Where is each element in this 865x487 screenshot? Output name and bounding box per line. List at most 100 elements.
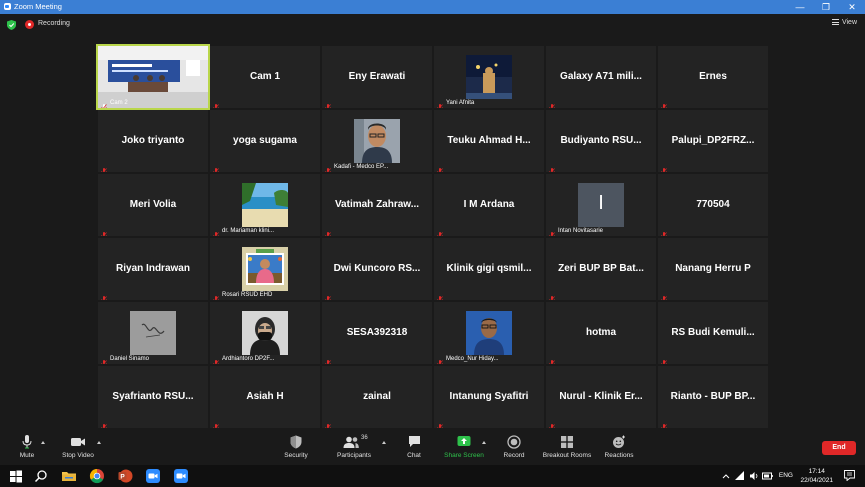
- participant-tile[interactable]: dr. Mariaman klini...: [210, 174, 320, 236]
- mute-button[interactable]: Mute: [14, 435, 40, 459]
- chat-button[interactable]: Chat: [401, 435, 427, 459]
- participant-tile[interactable]: I Intan Novitasarie: [546, 174, 656, 236]
- windows-start-icon[interactable]: [8, 468, 24, 484]
- participant-tile[interactable]: Kadafi - Medco EP...: [322, 110, 432, 172]
- participant-tile[interactable]: SESA392318: [322, 302, 432, 364]
- participant-tile[interactable]: Rianto - BUP BP...: [658, 366, 768, 428]
- participant-tile[interactable]: Joko triyanto: [98, 110, 208, 172]
- participants-button[interactable]: 36 Participants: [334, 435, 374, 459]
- record-label: Record: [503, 452, 525, 459]
- record-button[interactable]: Record: [501, 435, 527, 459]
- participant-tile[interactable]: Eny Erawati: [322, 46, 432, 108]
- stop-video-button[interactable]: Stop Video: [58, 435, 98, 459]
- language-indicator[interactable]: ENG: [779, 472, 793, 479]
- muted-mic-icon: [325, 162, 331, 172]
- muted-mic-icon: [325, 226, 331, 236]
- participant-name: Budiyanto RSU...: [560, 135, 642, 146]
- participant-tile[interactable]: Rosari RSUD EHD: [210, 238, 320, 300]
- participant-tile[interactable]: RS Budi Kemuli...: [658, 302, 768, 364]
- participant-label: Daniel Sinamo: [110, 356, 150, 362]
- participant-tile[interactable]: Ardhiantoro DP2F...: [210, 302, 320, 364]
- participant-tile[interactable]: Budiyanto RSU...: [546, 110, 656, 172]
- muted-mic-icon: [661, 290, 667, 300]
- participant-name: Riyan Indrawan: [116, 263, 190, 274]
- participant-tile[interactable]: Syafrianto RSU...: [98, 366, 208, 428]
- share-screen-button[interactable]: Share Screen: [443, 435, 485, 459]
- zoom-taskbar-icon[interactable]: [145, 468, 161, 484]
- file-explorer-icon[interactable]: [61, 468, 77, 484]
- maximize-button[interactable]: ❐: [813, 0, 839, 14]
- participant-label: Kadafi - Medco EP...: [334, 164, 389, 170]
- network-icon[interactable]: [735, 471, 745, 481]
- participant-tile[interactable]: Palupi_DP2FRZ...: [658, 110, 768, 172]
- participant-tile[interactable]: Nurul - Klinik Er...: [546, 366, 656, 428]
- participant-tile[interactable]: Cam 2: [96, 44, 210, 110]
- participant-tile[interactable]: Yani Afnita: [434, 46, 544, 108]
- participant-tile[interactable]: Ernes: [658, 46, 768, 108]
- participant-tile[interactable]: zainal: [322, 366, 432, 428]
- security-shield-icon: [290, 435, 302, 449]
- breakout-rooms-button[interactable]: Breakout Rooms: [540, 435, 594, 459]
- muted-mic-icon: [437, 226, 443, 236]
- video-options-caret[interactable]: [97, 441, 101, 444]
- participant-name: SESA392318: [346, 327, 408, 338]
- security-label: Security: [284, 452, 308, 459]
- chevron-up-icon[interactable]: [722, 473, 730, 479]
- participant-name: I M Ardana: [463, 199, 515, 210]
- participant-tile[interactable]: hotma: [546, 302, 656, 364]
- participant-tile[interactable]: yoga sugama: [210, 110, 320, 172]
- participant-tile[interactable]: Galaxy A71 mili...: [546, 46, 656, 108]
- zoom-meeting-taskbar-icon[interactable]: [173, 468, 189, 484]
- participant-tile[interactable]: Intanung Syafitri: [434, 366, 544, 428]
- stop-video-label: Stop Video: [62, 452, 94, 459]
- shield-icon[interactable]: [7, 20, 16, 30]
- close-button[interactable]: ✕: [839, 0, 865, 14]
- meeting-top-strip: Recording View: [0, 14, 865, 36]
- end-meeting-button[interactable]: End: [822, 441, 856, 455]
- muted-mic-icon: [325, 418, 331, 428]
- notification-center-icon[interactable]: [844, 470, 855, 481]
- powerpoint-icon[interactable]: P: [117, 468, 133, 484]
- svg-text:P: P: [120, 474, 125, 481]
- participant-tile[interactable]: Dwi Kuncoro RS...: [322, 238, 432, 300]
- chrome-icon[interactable]: [89, 468, 105, 484]
- participant-tile[interactable]: Riyan Indrawan: [98, 238, 208, 300]
- mute-label: Mute: [19, 452, 35, 459]
- participant-video-thumbnail: [354, 119, 400, 163]
- participant-tile[interactable]: Teuku Ahmad H...: [434, 110, 544, 172]
- muted-mic-icon: [325, 98, 331, 108]
- participant-tile[interactable]: I M Ardana: [434, 174, 544, 236]
- view-button[interactable]: View: [831, 19, 857, 26]
- participant-tile[interactable]: Daniel Sinamo: [98, 302, 208, 364]
- participant-tile[interactable]: Asiah H: [210, 366, 320, 428]
- participant-tile[interactable]: Klinik gigi qsmil...: [434, 238, 544, 300]
- participant-tile[interactable]: Zeri BUP BP Bat...: [546, 238, 656, 300]
- participant-tile[interactable]: Nanang Herru P: [658, 238, 768, 300]
- security-button[interactable]: Security: [281, 435, 311, 459]
- participant-name: Dwi Kuncoro RS...: [333, 263, 421, 274]
- volume-icon[interactable]: [749, 471, 759, 481]
- participants-options-caret[interactable]: [382, 441, 386, 444]
- participant-tile[interactable]: Meri Volia: [98, 174, 208, 236]
- participant-name: 770504: [696, 199, 730, 210]
- participant-tile[interactable]: Vatimah Zahraw...: [322, 174, 432, 236]
- gallery-view: Cam 2 Cam 1 Eny Erawati Yani Afnita Galaxy A…: [96, 44, 768, 430]
- participant-label: Cam 2: [110, 100, 128, 106]
- participants-count: 36: [361, 435, 368, 441]
- participant-tile[interactable]: Medco_Nur Hiday...: [434, 302, 544, 364]
- audio-options-caret[interactable]: [41, 441, 45, 444]
- muted-mic-icon: [213, 418, 219, 428]
- share-options-caret[interactable]: [482, 441, 486, 444]
- participant-tile[interactable]: Cam 1: [210, 46, 320, 108]
- clock-time: 17:14: [808, 468, 825, 475]
- minimize-button[interactable]: —: [787, 0, 813, 14]
- reactions-button[interactable]: Reactions: [603, 435, 635, 459]
- muted-mic-icon: [101, 226, 107, 236]
- battery-icon[interactable]: [762, 471, 773, 481]
- participant-name: Palupi_DP2FRZ...: [671, 135, 755, 146]
- search-icon[interactable]: [33, 468, 49, 484]
- clock[interactable]: 17:14 22/04/2021: [800, 467, 833, 485]
- participant-name: Meri Volia: [129, 199, 177, 210]
- participant-tile[interactable]: 770504: [658, 174, 768, 236]
- participant-name: Eny Erawati: [348, 71, 406, 82]
